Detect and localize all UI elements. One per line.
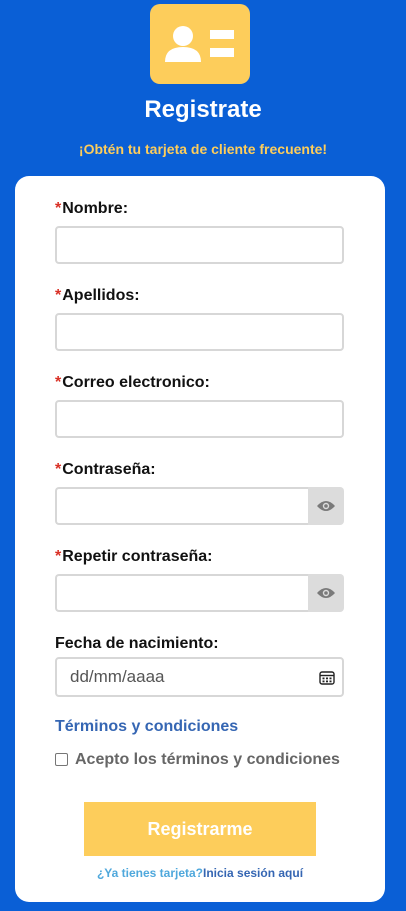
page-title: Registrate	[144, 96, 262, 123]
correo-label: *Correo electronico:	[55, 374, 210, 392]
contrasena-label: *Contraseña:	[55, 461, 156, 479]
registration-form: *Nombre: *Apellidos: *Correo electronico…	[15, 176, 385, 902]
registrarme-button[interactable]: Registrarme	[84, 802, 316, 856]
required-mark: *	[55, 461, 62, 478]
fecha-placeholder: dd/mm/aaaa	[70, 667, 165, 686]
page-subtitle: ¡Obtén tu tarjeta de cliente frecuente!	[78, 141, 328, 157]
eye-icon	[317, 501, 335, 511]
calendar-icon[interactable]	[319, 670, 335, 685]
acepto-terminos-checkbox[interactable]	[55, 753, 68, 766]
toggle-password-button[interactable]	[308, 487, 344, 525]
correo-label-text: Correo electronico:	[62, 374, 210, 391]
nombre-label-text: Nombre:	[62, 200, 129, 217]
contrasena-input[interactable]	[55, 487, 308, 525]
apellidos-input[interactable]	[55, 313, 344, 351]
nombre-input[interactable]	[55, 226, 344, 264]
nombre-label: *Nombre:	[55, 200, 128, 218]
login-question[interactable]: ¿Ya tienes tarjeta?	[97, 866, 203, 880]
id-card-icon	[165, 26, 234, 62]
contrasena-label-text: Contraseña:	[62, 461, 156, 478]
required-mark: *	[55, 548, 62, 565]
fecha-nacimiento-input[interactable]: dd/mm/aaaa	[55, 657, 344, 697]
required-mark: *	[55, 200, 62, 217]
correo-input[interactable]	[55, 400, 344, 438]
repetir-label-text: Repetir contraseña:	[62, 548, 213, 565]
terminos-link[interactable]: Términos y condiciones	[55, 718, 238, 736]
toggle-repeat-password-button[interactable]	[308, 574, 344, 612]
fecha-label: Fecha de nacimiento:	[55, 635, 219, 652]
required-mark: *	[55, 374, 62, 391]
repetir-label: *Repetir contraseña:	[55, 548, 213, 566]
required-mark: *	[55, 287, 62, 304]
login-prompt: ¿Ya tienes tarjeta?Inicia sesión aquí	[15, 866, 385, 880]
eye-icon	[317, 588, 335, 598]
acepto-terminos-label[interactable]: Acepto los términos y condiciones	[75, 751, 340, 769]
login-link[interactable]: Inicia sesión aquí	[203, 866, 303, 880]
apellidos-label: *Apellidos:	[55, 287, 140, 305]
repetir-contrasena-input[interactable]	[55, 574, 308, 612]
id-card-logo	[150, 4, 250, 84]
apellidos-label-text: Apellidos:	[62, 287, 140, 304]
